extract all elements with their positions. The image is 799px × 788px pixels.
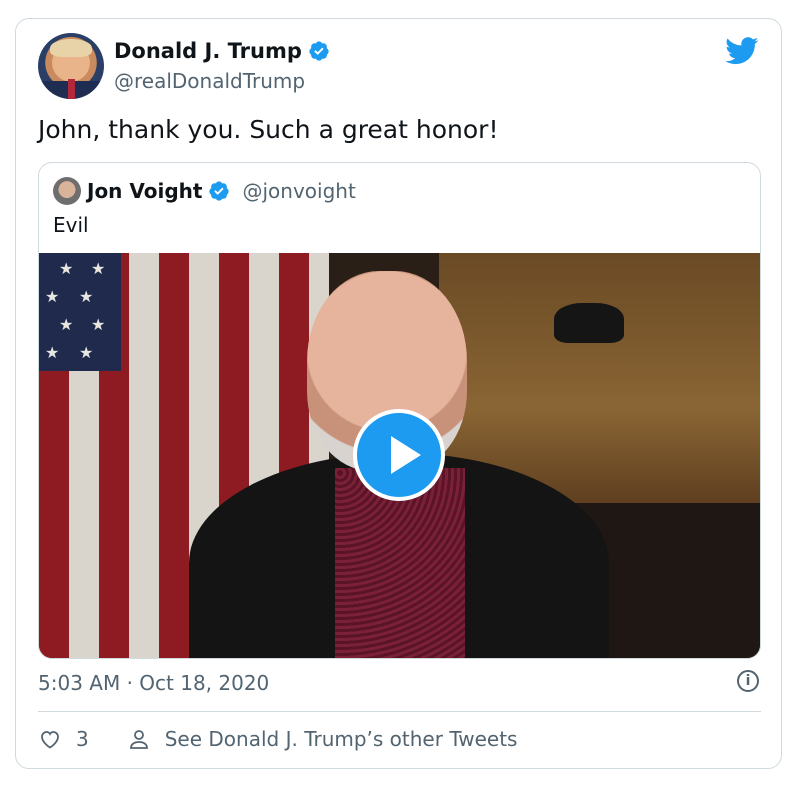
author-handle[interactable]: @realDonaldTrump — [114, 69, 305, 93]
see-other-tweets-label: See Donald J. Trump’s other Tweets — [164, 727, 518, 751]
like-count: 3 — [76, 727, 89, 751]
author-name[interactable]: Donald J. Trump — [114, 39, 302, 63]
play-icon[interactable] — [353, 409, 445, 501]
video-thumbnail[interactable]: ★ ★ ★ ★ ★ ★ ★ ★ — [39, 253, 760, 658]
quoted-avatar[interactable] — [53, 177, 81, 205]
quoted-header: Jon Voight @jonvoight — [53, 177, 356, 205]
tweet-timestamp[interactable]: 5:03 AM · Oct 18, 2020 — [38, 671, 269, 695]
divider — [38, 711, 761, 712]
twitter-bird-icon[interactable] — [725, 37, 759, 65]
quoted-text: Evil — [53, 213, 89, 237]
verified-badge-icon — [209, 181, 230, 201]
tweet-actions: 3 See Donald J. Trump’s other Tweets — [38, 727, 517, 751]
quoted-name[interactable]: Jon Voight — [87, 179, 202, 203]
author-name-row: Donald J. Trump — [114, 39, 330, 63]
tweet-text: John, thank you. Such a great honor! — [38, 115, 499, 144]
person-icon — [129, 730, 148, 749]
verified-badge-icon — [309, 41, 329, 61]
info-icon[interactable]: i — [737, 670, 759, 692]
lamp — [554, 303, 624, 343]
like-button[interactable]: 3 — [38, 727, 89, 751]
tweet-card[interactable]: Donald J. Trump @realDonaldTrump John, t… — [15, 18, 782, 769]
heart-icon — [41, 731, 59, 749]
quoted-tweet[interactable]: Jon Voight @jonvoight Evil ★ ★ ★ ★ ★ ★ ★… — [38, 162, 761, 659]
quoted-handle[interactable]: @jonvoight — [242, 179, 355, 203]
author-avatar[interactable] — [38, 33, 104, 99]
see-other-tweets-link[interactable]: See Donald J. Trump’s other Tweets — [127, 727, 518, 751]
